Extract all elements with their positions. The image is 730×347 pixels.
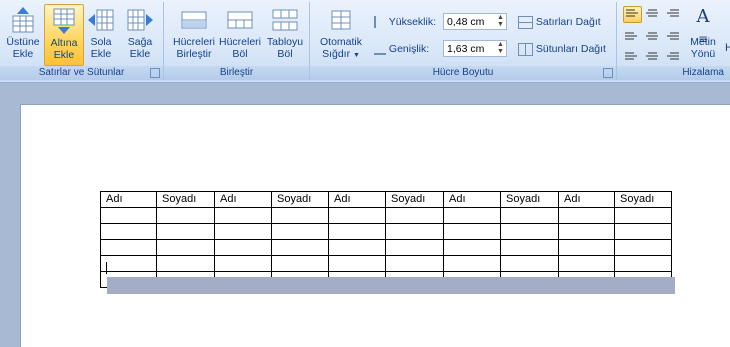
column-width-label: Genişlik: [388,43,430,55]
merge-cells-button[interactable]: Hücreleri Birleştir [172,4,216,64]
row-height-input[interactable]: 0,48 cm ▲ ▼ [443,13,507,30]
rows-columns-launcher-icon[interactable] [150,68,160,78]
table-header-cell[interactable]: Soyadı [500,191,559,208]
row-height-icon [374,16,386,29]
table-header-cell[interactable]: Soyadı [271,191,329,208]
rows-columns-group: Üstüne Ekle Altına Ekle Sola Ekle Sağa E… [0,2,164,80]
cell-margins-button-partial[interactable]: H [725,42,730,54]
column-width-input[interactable]: 1,63 cm ▲ ▼ [443,40,507,57]
alignment-group: A ≡ Metin Yönü H Hizalama [617,2,730,80]
selected-row-highlight [107,277,675,294]
table-row [100,255,672,272]
align-middle-right-button[interactable] [665,28,682,43]
table-row [100,223,672,240]
row-height-spinner-icon[interactable]: ▲ ▼ [496,14,505,29]
text-cursor [106,262,107,274]
cell-size-group-label: Hücre Boyutu [310,66,616,80]
split-table-button[interactable]: Tabloyu Böl [264,4,306,64]
text-direction-icon: A ≡ [696,6,710,46]
distribute-rows-button[interactable]: Satırları Dağıt [518,12,601,32]
insert-left-button[interactable]: Sola Ekle [82,4,120,64]
align-middle-center-button[interactable] [644,28,661,43]
merge-group: Hücreleri Birleştir Hücreleri Böl Tabloy… [164,2,310,80]
merge-group-label: Birleştir [164,66,309,80]
table-header-cell[interactable]: Adı [443,191,501,208]
insert-below-icon [50,7,78,35]
split-cells-icon [226,6,254,34]
table-header-cell[interactable]: Adı [328,191,386,208]
merge-cells-icon [180,6,208,34]
align-middle-left-button[interactable] [623,28,640,43]
align-bottom-center-button[interactable] [644,47,661,62]
row-height-label-row: Yükseklik: [374,12,436,32]
column-width-spinner-icon[interactable]: ▲ ▼ [496,41,505,56]
insert-right-icon [126,6,154,34]
word-table[interactable]: Adı Soyadı Adı Soyadı Adı Soyadı Adı Soy… [100,191,672,288]
table-header-cell[interactable]: Soyadı [614,191,672,208]
distribute-rows-icon [518,15,533,29]
text-direction-button[interactable]: A ≡ Metin Yönü [685,4,721,64]
table-header-cell[interactable]: Soyadı [385,191,444,208]
align-top-left-button[interactable] [623,6,642,23]
table-header-row: Adı Soyadı Adı Soyadı Adı Soyadı Adı Soy… [100,191,672,208]
autofit-button[interactable]: Otomatik Sığdır ▼ [314,4,368,64]
ribbon: Üstüne Ekle Altına Ekle Sola Ekle Sağa E… [0,0,730,83]
align-top-center-button[interactable] [644,7,661,22]
insert-left-icon [87,6,115,34]
align-bottom-left-button[interactable] [623,47,640,62]
split-table-icon [271,6,299,34]
table-row [100,239,672,256]
cell-size-launcher-icon[interactable] [603,68,613,78]
insert-above-icon [9,6,37,34]
table-header-cell[interactable]: Adı [214,191,272,208]
autofit-icon [327,6,355,34]
column-width-icon [374,43,386,56]
row-height-label: Yükseklik: [388,16,436,28]
column-width-label-row: Genişlik: [374,39,429,59]
table-header-cell[interactable]: Adı [100,191,157,208]
cell-size-group: Otomatik Sığdır ▼ Yükseklik: 0,48 cm ▲ ▼ … [310,2,617,80]
align-bottom-right-button[interactable] [665,47,682,62]
split-cells-button[interactable]: Hücreleri Böl [218,4,262,64]
alignment-group-label: Hizalama [617,66,730,80]
distribute-columns-button[interactable]: Sütunları Dağıt [518,39,606,59]
distribute-columns-icon [518,42,533,56]
rows-columns-group-label: Satırlar ve Sütunlar [0,66,163,80]
align-top-right-button[interactable] [665,7,682,22]
insert-above-button[interactable]: Üstüne Ekle [4,4,42,64]
insert-below-button[interactable]: Altına Ekle [44,4,84,66]
table-header-cell[interactable]: Adı [558,191,615,208]
dropdown-arrow-icon: ▼ [353,52,360,59]
table-row [100,207,672,224]
table-header-cell[interactable]: Soyadı [156,191,215,208]
insert-right-button[interactable]: Sağa Ekle [121,4,159,64]
